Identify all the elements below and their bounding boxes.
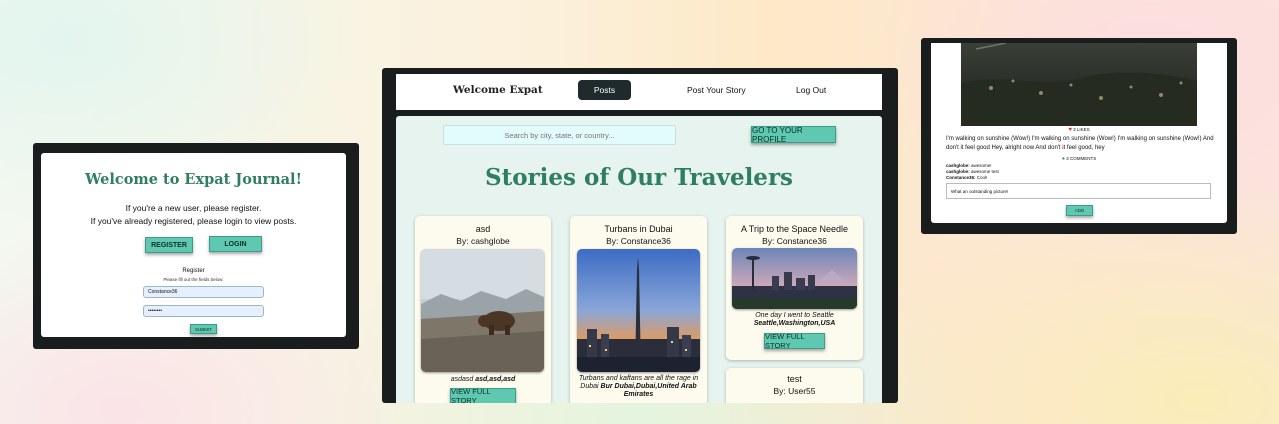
story-card: test By: User55	[726, 368, 863, 403]
register-form-heading: Register	[182, 268, 205, 274]
posts-heading: Stories of Our Travelers	[484, 164, 794, 191]
nav-brand[interactable]: Welcome Expat	[453, 84, 543, 96]
login-screen: Welcome to Expat Journal! If you're a ne…	[41, 153, 346, 337]
tab-log-out[interactable]: Log Out	[796, 85, 826, 95]
story-image-seattle	[732, 248, 857, 309]
likes-count: 3 LIKES	[1073, 127, 1090, 132]
view-full-story-button[interactable]: View full story	[450, 387, 516, 403]
password-input[interactable]	[143, 305, 264, 317]
posts-screen: Go to your profile Stories of Our Travel…	[396, 116, 882, 403]
comment-input[interactable]	[946, 183, 1211, 199]
comment-item: Constance36: Cool!	[946, 175, 988, 180]
view-full-story-button[interactable]: View full story	[764, 332, 825, 350]
story-screen-frame: ♥ 3 LIKES I'm walking on sunshine (Wow!)…	[921, 38, 1237, 234]
story-author: By: cashglobe	[456, 236, 510, 246]
add-comment-button[interactable]: Add	[1066, 205, 1093, 216]
comments-count: 3 COMMENTS	[1066, 156, 1097, 161]
story-description: asdasd asd,asd,asd	[450, 376, 516, 383]
submit-button[interactable]: Submit	[190, 324, 217, 334]
tab-posts[interactable]: Posts	[578, 80, 631, 100]
story-card: Turbans in Dubai By: Constance36 Turbans…	[570, 216, 707, 403]
login-line-2: If you've already registered, please log…	[90, 216, 297, 226]
posts-screen-frame: Welcome Expat Posts Post Your Story Log …	[382, 68, 898, 403]
story-image-dubai	[577, 249, 700, 372]
likes-row: ♥ 3 LIKES	[931, 127, 1227, 133]
comment-bubble-icon: ●	[1061, 156, 1066, 162]
username-input[interactable]	[143, 286, 264, 298]
story-author: By: Constance36	[606, 236, 671, 246]
comment-item: cashglobe: awesome!	[946, 163, 992, 168]
comment-item: cashglobe: awesome test	[946, 169, 999, 174]
story-image-bear	[421, 249, 544, 372]
login-screen-frame: Welcome to Expat Journal! If you're a ne…	[33, 143, 359, 349]
tab-post-your-story[interactable]: Post Your Story	[687, 85, 746, 95]
search-input[interactable]	[443, 125, 676, 145]
seattle-photo	[732, 248, 857, 309]
dubai-photo	[577, 249, 700, 372]
register-button[interactable]: Register	[145, 237, 193, 253]
login-title: Welcome to Expat Journal!	[85, 171, 302, 188]
story-description: Turbans and kaftans are all the rage in …	[578, 375, 699, 398]
go-to-profile-button[interactable]: Go to your profile	[751, 126, 836, 144]
heart-icon[interactable]: ♥	[1068, 127, 1072, 133]
story-title: Turbans in Dubai	[604, 224, 673, 234]
story-title: test	[787, 374, 802, 384]
story-photo	[961, 43, 1197, 126]
top-nav: Welcome Expat Posts Post Your Story Log …	[396, 74, 882, 110]
story-body: I'm walking on sunshine (Wow!) I'm walki…	[946, 136, 1214, 151]
story-title: A Trip to the Space Needle	[740, 224, 849, 234]
login-button[interactable]: Login	[209, 236, 262, 252]
login-line-1: If you're a new user, please register.	[125, 203, 262, 213]
field-photo	[961, 43, 1197, 126]
story-description: One day I went to Seattle Seattle,Washin…	[753, 312, 836, 327]
story-title: asd	[475, 224, 491, 234]
register-form-subtitle: Please fill out the fields below:	[163, 277, 224, 282]
comments-toggle[interactable]: ● 3 COMMENTS	[931, 156, 1227, 162]
bear-photo	[421, 249, 544, 372]
story-author: By: User55	[773, 386, 816, 396]
story-author: By: Constance36	[762, 236, 827, 246]
story-card: asd By: cashglobe asdasd asd,asd,asd VIE…	[415, 216, 551, 403]
story-card: A Trip to the Space Needle By: Constance…	[726, 216, 863, 360]
story-screen: ♥ 3 LIKES I'm walking on sunshine (Wow!)…	[931, 43, 1227, 223]
